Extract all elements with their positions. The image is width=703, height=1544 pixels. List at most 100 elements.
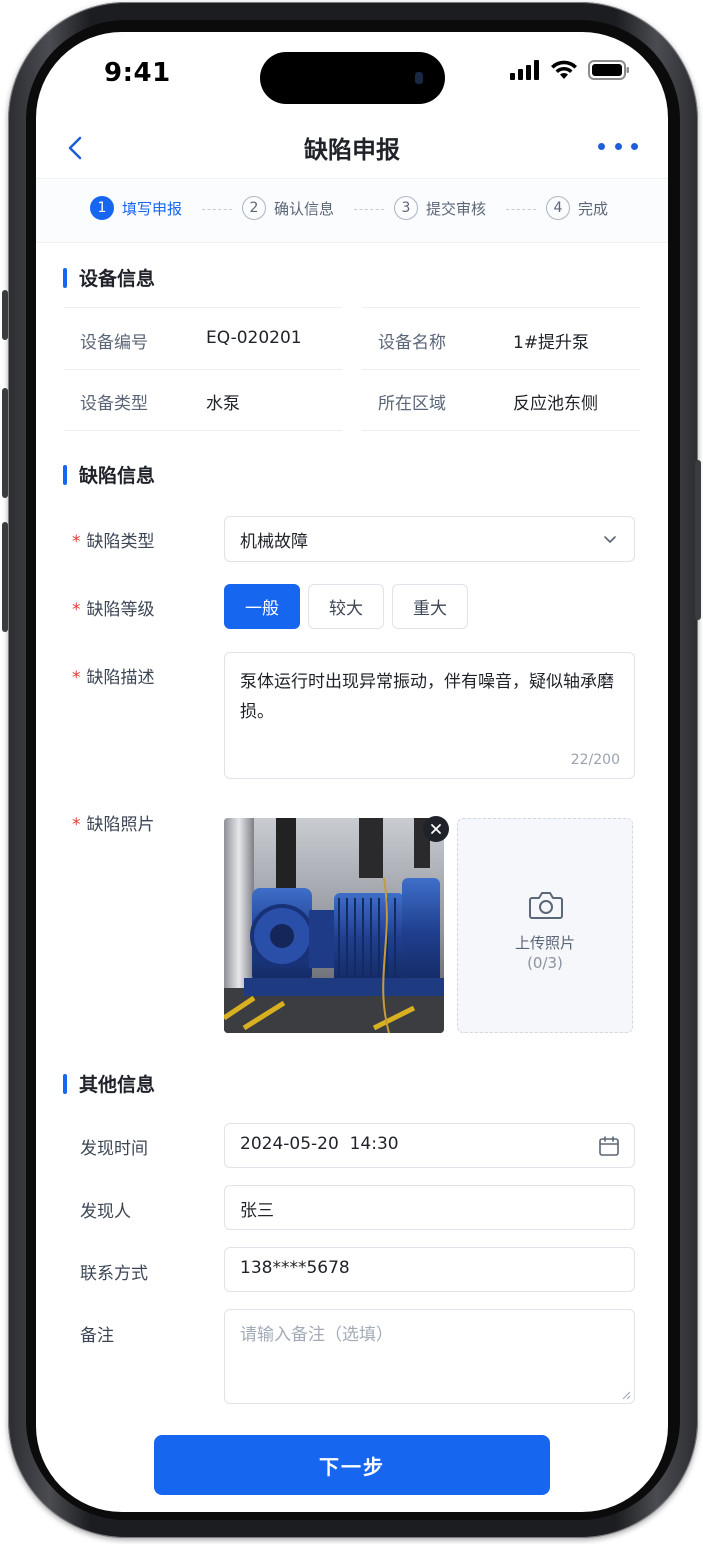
divider [64, 430, 342, 431]
defect-photo-thumbnail[interactable] [224, 818, 444, 1033]
finder-input[interactable]: 张三 [224, 1185, 635, 1230]
required-mark: * [72, 668, 81, 688]
section-title-text: 设备信息 [79, 268, 156, 290]
level-general-button[interactable]: 一般 [224, 584, 300, 629]
device-type-value: 水泵 [206, 394, 240, 414]
more-button[interactable] [598, 134, 638, 158]
finder-label: 发现人 [80, 1202, 131, 1222]
step-connector [506, 209, 536, 210]
battery-icon [588, 60, 629, 80]
action-button [2, 290, 8, 340]
device-section-title: 设备信息 [63, 264, 155, 291]
volume-down-button [2, 522, 8, 632]
section-title-text: 缺陷信息 [79, 465, 156, 487]
status-time: 9:41 [104, 58, 171, 88]
status-icons [510, 60, 630, 80]
remark-label: 备注 [80, 1326, 114, 1346]
step-number: 1 [90, 196, 114, 220]
defect-desc-label: * 缺陷描述 [72, 663, 155, 688]
defect-type-select[interactable]: 机械故障 [224, 516, 635, 562]
defect-section-title: 缺陷信息 [63, 461, 155, 488]
step-connector [202, 209, 232, 210]
upload-label: 上传照片 [514, 934, 575, 952]
wifi-icon [551, 60, 577, 79]
contact-input[interactable]: 138****5678 [224, 1247, 635, 1292]
step-connector [354, 209, 384, 210]
defect-type-label: * 缺陷类型 [72, 527, 155, 552]
step-label: 完成 [578, 199, 609, 218]
close-icon [431, 824, 441, 834]
step-1: 1 填写申报 [90, 196, 182, 220]
section-title-text: 其他信息 [79, 1074, 156, 1096]
defect-desc-textarea[interactable]: 泵体运行时出现异常振动，伴有噪音，疑似轴承磨损。 22/200 [224, 652, 635, 779]
contact-label: 联系方式 [80, 1264, 148, 1284]
required-mark: * [72, 815, 81, 835]
section-accent-bar [63, 464, 67, 485]
device-name-value: 1#提升泵 [513, 333, 590, 353]
date-value: 2024-05-20 14:30 [240, 1134, 399, 1154]
textarea-value: 泵体运行时出现异常振动，伴有噪音，疑似轴承磨损。 [240, 672, 614, 722]
device-id-label: 设备编号 [80, 333, 148, 353]
upload-count: (0/3) [527, 954, 563, 972]
defect-photo-label: * 缺陷照片 [72, 810, 155, 835]
divider [362, 369, 640, 370]
found-time-picker[interactable]: 2024-05-20 14:30 [224, 1123, 635, 1168]
other-section-title: 其他信息 [63, 1070, 155, 1097]
resize-handle-icon [622, 1391, 631, 1400]
page-title: 缺陷申报 [304, 136, 400, 164]
step-indicator: 1 填写申报 2 确认信息 3 提交审核 4 完成 [36, 180, 668, 242]
label-text: 缺陷描述 [86, 668, 155, 688]
volume-up-button [2, 388, 8, 498]
label-text: 缺陷类型 [86, 532, 155, 552]
remark-textarea[interactable]: 请输入备注（选填） [224, 1309, 635, 1404]
device-id-value: EQ-020201 [206, 328, 302, 348]
label-text: 缺陷等级 [86, 600, 155, 620]
device-area-label: 所在区域 [378, 394, 446, 414]
level-severe-button[interactable]: 重大 [392, 584, 468, 629]
step-2: 2 确认信息 [242, 196, 334, 220]
required-mark: * [72, 600, 81, 620]
step-number: 3 [394, 196, 418, 220]
next-step-button[interactable]: 下一步 [154, 1435, 550, 1495]
steps-divider [36, 242, 668, 243]
defect-level-label: * 缺陷等级 [72, 595, 155, 620]
calendar-icon [599, 1136, 619, 1156]
divider [362, 430, 640, 431]
upload-photo-button[interactable]: 上传照片 (0/3) [457, 818, 633, 1033]
device-area-value: 反应池东侧 [513, 394, 598, 414]
power-button [695, 460, 701, 620]
camera-icon [529, 892, 563, 919]
signal-icon [510, 60, 539, 80]
step-number: 2 [242, 196, 266, 220]
step-label: 填写申报 [122, 199, 183, 218]
step-3: 3 提交审核 [394, 196, 486, 220]
remove-photo-button[interactable] [423, 816, 449, 842]
divider [64, 307, 342, 308]
device-name-label: 设备名称 [378, 333, 446, 353]
more-dot-icon [614, 142, 622, 150]
nav-bar: 缺陷申报 [36, 118, 668, 178]
char-counter: 22/200 [570, 752, 620, 768]
dynamic-island [260, 52, 445, 104]
section-accent-bar [63, 267, 67, 288]
divider [362, 307, 640, 308]
step-label: 提交审核 [426, 199, 487, 218]
device-type-label: 设备类型 [80, 394, 148, 414]
input-value: 张三 [240, 1201, 274, 1221]
pump-photo-image [224, 818, 444, 1033]
level-major-button[interactable]: 较大 [308, 584, 384, 629]
remark-placeholder: 请输入备注（选填） [240, 1325, 393, 1345]
label-text: 缺陷照片 [86, 815, 155, 835]
nav-divider [36, 178, 668, 179]
camera-dot [415, 72, 423, 84]
chevron-down-icon [604, 536, 616, 543]
more-dot-icon [598, 142, 605, 150]
step-label: 确认信息 [274, 199, 335, 218]
app-screen: 9:41 缺陷申报 1 填写申报 2 确认信息 3 提交审核 4 完成 设备信息… [36, 32, 668, 1512]
more-dot-icon [631, 142, 638, 150]
step-4: 4 完成 [546, 196, 608, 220]
section-accent-bar [63, 1073, 67, 1094]
required-mark: * [72, 532, 81, 552]
input-value: 138****5678 [240, 1258, 350, 1278]
select-value: 机械故障 [240, 532, 308, 552]
